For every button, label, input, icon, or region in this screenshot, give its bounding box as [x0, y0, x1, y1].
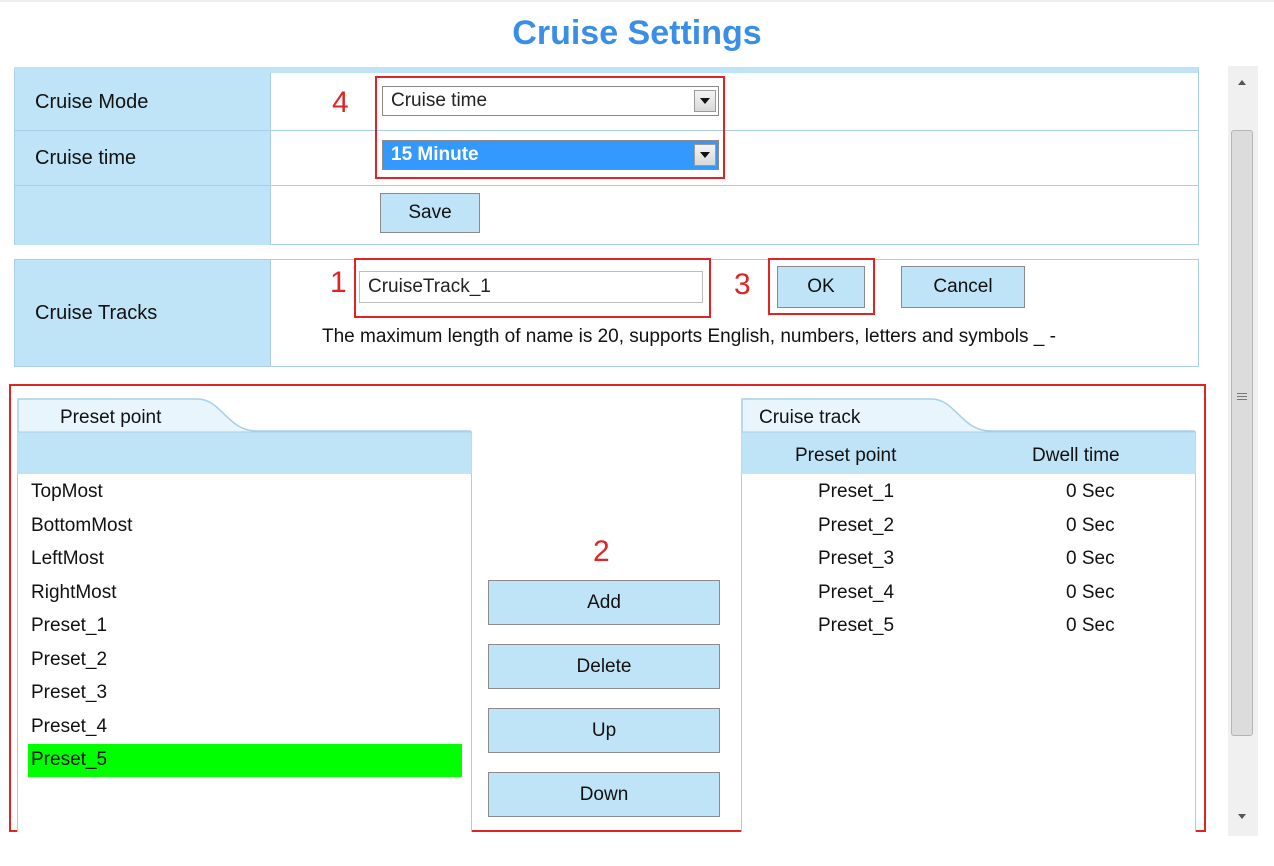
track-row-preset[interactable]: Preset_5: [818, 615, 894, 637]
save-button[interactable]: Save: [380, 193, 480, 233]
track-row-preset[interactable]: Preset_1: [818, 481, 894, 503]
vertical-scrollbar[interactable]: [1228, 66, 1258, 836]
cruise-mode-label: Cruise Mode: [35, 91, 149, 113]
preset-list-item[interactable]: Preset_1: [31, 615, 107, 637]
preset-list-item[interactable]: Preset_3: [31, 682, 107, 704]
cancel-button[interactable]: Cancel: [901, 266, 1025, 308]
preset-list-item[interactable]: Preset_2: [31, 649, 107, 671]
mode-row-divider: [15, 185, 1198, 186]
track-row-dwell[interactable]: 0 Sec: [1066, 615, 1115, 637]
cruise-track-list: [741, 474, 1196, 832]
preset-list-item[interactable]: LeftMost: [31, 548, 104, 570]
triangle-up-icon[interactable]: [1238, 80, 1246, 85]
tracks-column-divider: [270, 260, 271, 366]
preset-list-item[interactable]: Preset_4: [31, 716, 107, 738]
track-row-preset[interactable]: Preset_3: [818, 548, 894, 570]
track-name-hint: The maximum length of name is 20, suppor…: [322, 326, 1056, 347]
preset-list-item[interactable]: TopMost: [31, 481, 103, 503]
preset-list-item[interactable]: RightMost: [31, 582, 117, 604]
annotation-number-1: 1: [330, 266, 347, 299]
cruise-time-label: Cruise time: [35, 147, 137, 169]
cruise-time-value: 15 Minute: [391, 144, 479, 165]
top-divider: [0, 0, 1274, 2]
annotation-number-2: 2: [593, 535, 610, 568]
track-row-dwell[interactable]: 0 Sec: [1066, 481, 1115, 503]
track-name-input[interactable]: CruiseTrack_1: [359, 271, 703, 303]
chevron-down-icon[interactable]: [694, 90, 716, 112]
col-header-dwell-time: Dwell time: [1032, 445, 1120, 466]
delete-button[interactable]: Delete: [488, 644, 720, 689]
cruise-time-select[interactable]: 15 Minute: [382, 140, 719, 170]
track-name-value: CruiseTrack_1: [368, 276, 491, 297]
track-row-dwell[interactable]: 0 Sec: [1066, 548, 1115, 570]
add-button[interactable]: Add: [488, 580, 720, 625]
cruise-tracks-label: Cruise Tracks: [35, 302, 158, 324]
cruise-mode-value: Cruise time: [391, 90, 488, 111]
scrollbar-thumb[interactable]: [1231, 130, 1253, 736]
annotation-number-3: 3: [734, 268, 751, 301]
cruise-track-tab-label: Cruise track: [759, 407, 861, 428]
track-row-preset[interactable]: Preset_2: [818, 515, 894, 537]
ok-button[interactable]: OK: [777, 266, 865, 308]
track-row-dwell[interactable]: 0 Sec: [1066, 515, 1115, 537]
preset-point-tab-label: Preset point: [60, 407, 162, 428]
track-row-preset[interactable]: Preset_4: [818, 582, 894, 604]
col-header-preset-point: Preset point: [795, 445, 897, 466]
mode-column-divider: [270, 73, 271, 245]
annotation-number-4: 4: [332, 86, 349, 119]
triangle-down-icon[interactable]: [1238, 814, 1246, 819]
preset-list-item[interactable]: BottomMost: [31, 515, 132, 537]
chevron-down-icon[interactable]: [694, 144, 716, 166]
preset-list-item[interactable]: Preset_5: [31, 749, 107, 771]
page-title: Cruise Settings: [512, 14, 762, 52]
grip-icon: [1237, 393, 1247, 400]
track-row-dwell[interactable]: 0 Sec: [1066, 582, 1115, 604]
cruise-mode-select[interactable]: Cruise time: [382, 86, 719, 116]
up-button[interactable]: Up: [488, 708, 720, 753]
down-button[interactable]: Down: [488, 772, 720, 817]
